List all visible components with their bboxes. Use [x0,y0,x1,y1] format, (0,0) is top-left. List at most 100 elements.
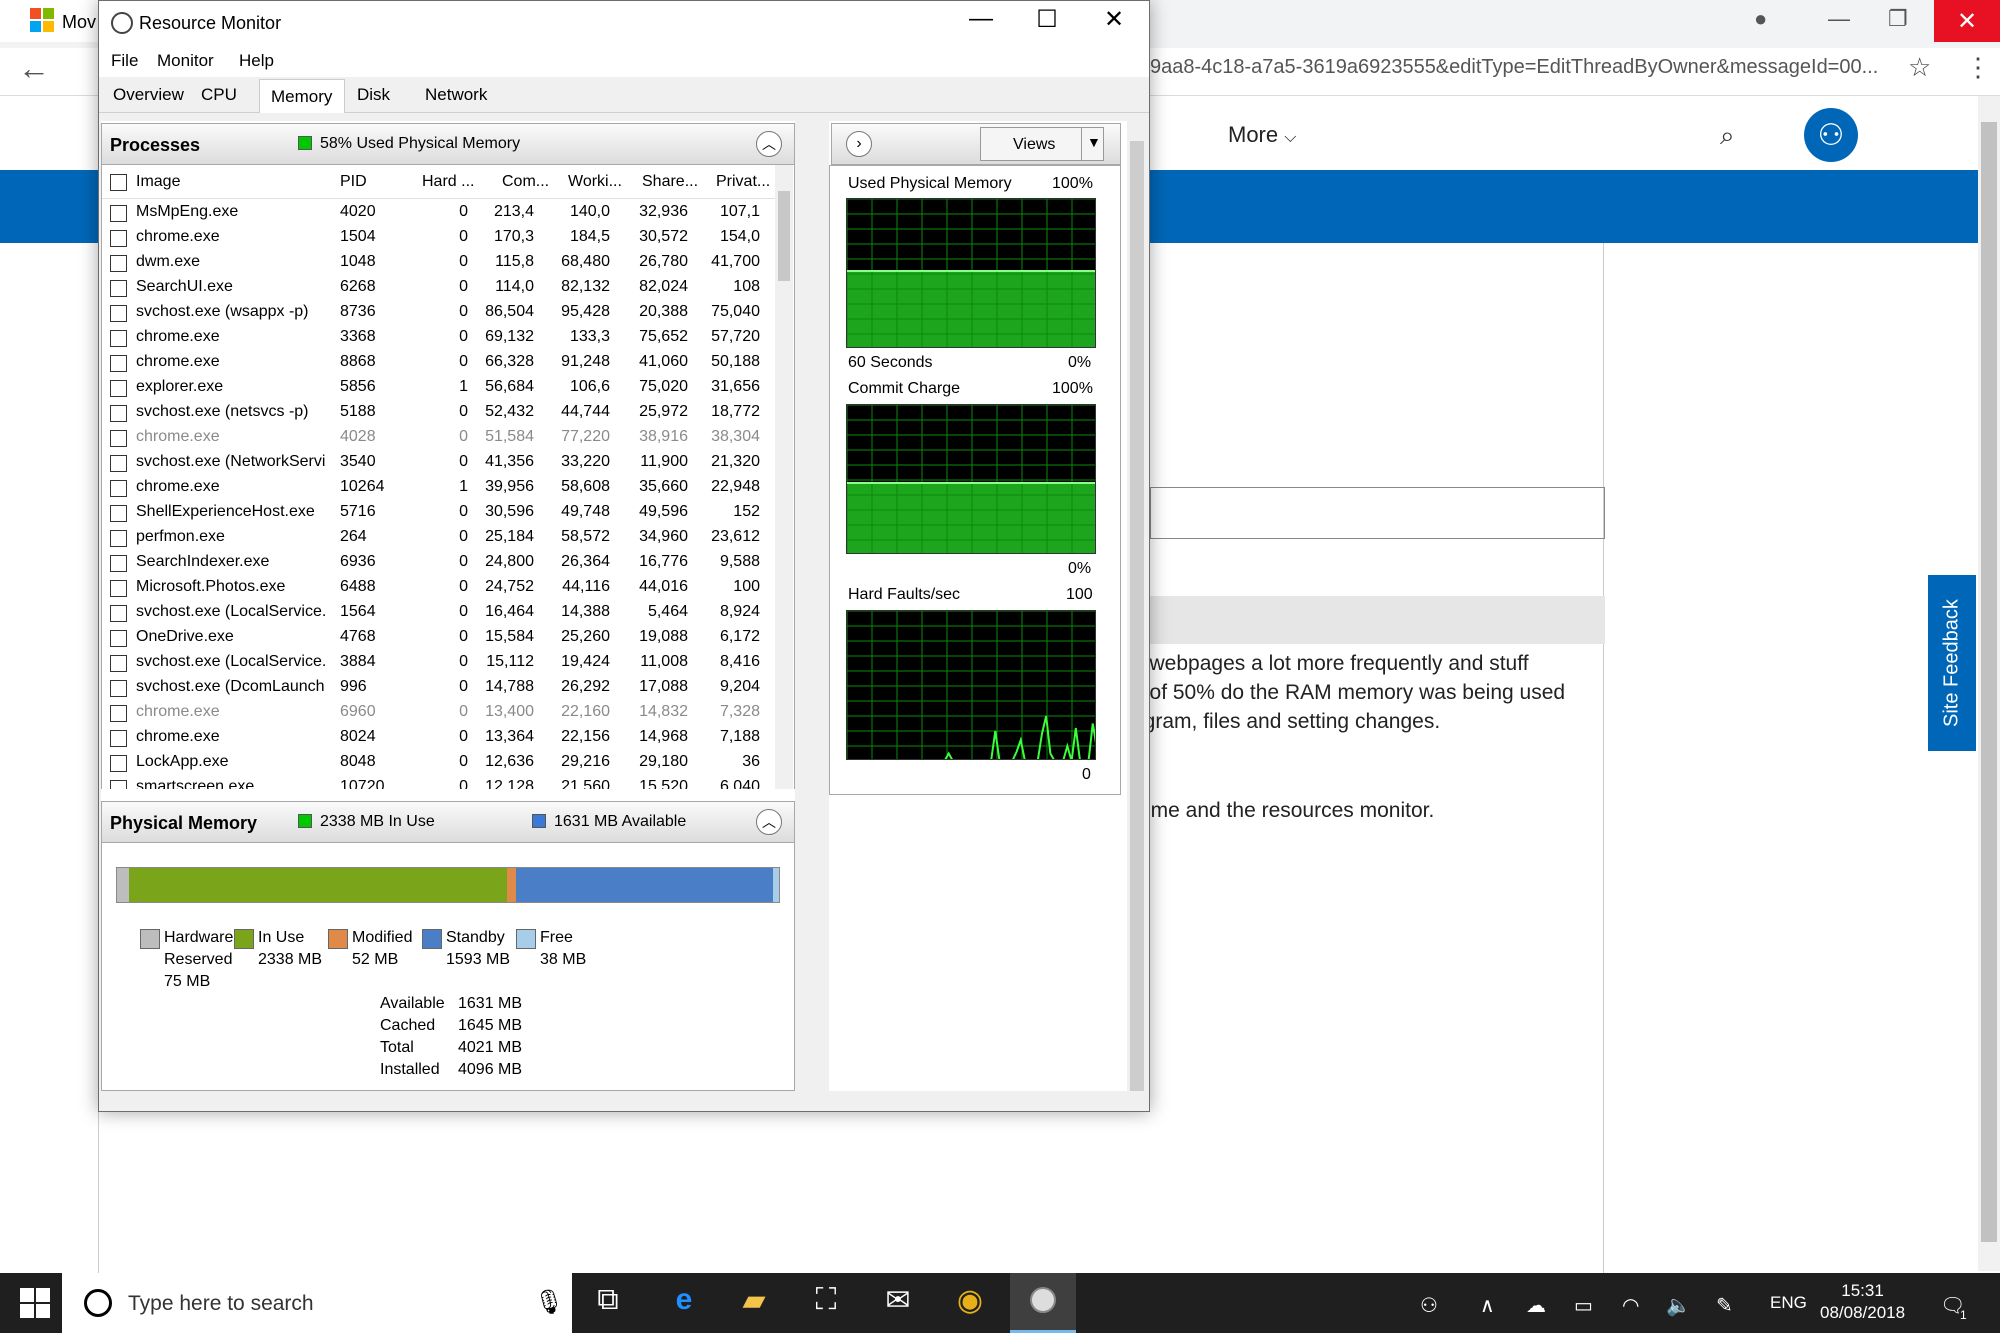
row-checkbox[interactable] [110,330,127,347]
col-image[interactable]: Image [136,173,180,191]
table-row[interactable]: chrome.exe 1504 0 170,3 184,5 30,572 154,0 [102,226,777,251]
table-row[interactable]: Microsoft.Photos.exe 6488 0 24,752 44,116 44,… [102,576,777,601]
col-hard-faults[interactable]: Hard ... [422,173,474,191]
table-row[interactable]: chrome.exe 8024 0 13,364 22,156 14,968 7,188 [102,726,777,751]
table-row[interactable]: dwm.exe 1048 0 115,8 68,480 26,780 41,700 [102,251,777,276]
clock[interactable]: 15:31 08/08/2018 [1820,1280,1905,1324]
row-checkbox[interactable] [110,230,127,247]
tab-memory[interactable]: Memory [259,79,345,113]
select-all-checkbox[interactable] [110,174,127,191]
browser-close-button[interactable]: ✕ [1934,0,2000,42]
row-checkbox[interactable] [110,280,127,297]
row-checkbox[interactable] [110,630,127,647]
row-checkbox[interactable] [110,730,127,747]
store-icon[interactable]: ⛶ [802,1283,850,1317]
col-shareable[interactable]: Share... [642,173,698,191]
browser-tab[interactable]: Mov [0,0,100,42]
row-checkbox[interactable] [110,530,127,547]
table-row[interactable]: svchost.exe (LocalService... 3884 0 15,112 1… [102,651,777,676]
col-private[interactable]: Privat... [716,173,770,191]
table-row[interactable]: svchost.exe (NetworkServi... 3540 0 41,356 3… [102,451,777,476]
col-commit[interactable]: Com... [502,173,549,191]
bookmark-star-icon[interactable]: ☆ [1908,52,1931,83]
row-checkbox[interactable] [110,405,127,422]
address-bar[interactable]: 9aa8-4c18-a7a5-3619a6923555&editType=Edi… [1150,56,1878,79]
chevron-right-icon[interactable]: › [846,131,872,157]
tab-network[interactable]: Network [425,85,487,105]
page-scrollbar-thumb[interactable] [1981,122,1997,1242]
battery-icon[interactable]: ▭ [1574,1293,1593,1318]
menu-help[interactable]: Help [239,51,274,71]
maximize-button[interactable]: ☐ [1017,5,1077,34]
row-checkbox[interactable] [110,680,127,697]
menu-file[interactable]: File [111,51,138,71]
resource-monitor-taskbar-button[interactable] [1010,1273,1076,1333]
table-row[interactable]: svchost.exe (DcomLaunch 996 0 14,788 26,292 1… [102,676,777,701]
row-checkbox[interactable] [110,205,127,222]
chevron-up-icon[interactable]: ∧ [1480,1293,1495,1318]
row-checkbox[interactable] [110,655,127,672]
browser-menu-icon[interactable]: ⋮ [1965,52,1991,83]
avatar[interactable]: ⚇ [1804,108,1858,162]
table-row[interactable]: LockApp.exe 8048 0 12,636 29,216 29,180 36 [102,751,777,776]
row-checkbox[interactable] [110,780,127,789]
row-checkbox[interactable] [110,505,127,522]
onedrive-icon[interactable]: ☁ [1526,1293,1546,1318]
search-icon[interactable]: ⌕ [1720,120,1735,152]
microphone-icon[interactable]: 🎙 [534,1288,564,1317]
people-icon[interactable]: ⚇ [1420,1293,1438,1318]
close-button[interactable]: ✕ [1084,5,1144,34]
views-button[interactable]: Views ▼ [980,127,1104,161]
table-row[interactable]: ShellExperienceHost.exe 5716 0 30,596 49,748… [102,501,777,526]
row-checkbox[interactable] [110,305,127,322]
col-pid[interactable]: PID [340,173,367,191]
chevron-up-icon[interactable]: ︿ [756,809,782,835]
volume-icon[interactable]: 🔈 [1666,1293,1691,1318]
account-circle-icon[interactable]: ● [1754,6,1767,32]
table-row[interactable]: SearchIndexer.exe 6936 0 24,800 26,364 16,776… [102,551,777,576]
row-checkbox[interactable] [110,580,127,597]
right-pane-scrollbar-thumb[interactable] [1130,141,1144,1091]
table-row[interactable]: svchost.exe (netsvcs -p) 5188 0 52,432 44,74… [102,401,777,426]
menu-monitor[interactable]: Monitor [157,51,214,71]
table-row[interactable]: MsMpEng.exe 4020 0 213,4 140,0 32,936 107,1 [102,201,777,226]
chrome-icon[interactable]: ◉ [946,1283,994,1318]
table-row[interactable]: chrome.exe 10264 1 39,956 58,608 35,660 22,948 [102,476,777,501]
row-checkbox[interactable] [110,480,127,497]
nav-more[interactable]: More ⌵ [1228,122,1296,148]
table-row[interactable]: chrome.exe 3368 0 69,132 133,3 75,652 57,720 [102,326,777,351]
physical-memory-header[interactable]: Physical Memory 2338 MB In Use 1631 MB A… [101,801,795,843]
row-checkbox[interactable] [110,380,127,397]
site-feedback-button[interactable]: Site Feedback [1928,575,1976,751]
tab-cpu[interactable]: CPU [201,85,237,105]
table-row[interactable]: chrome.exe 8868 0 66,328 91,248 41,060 50,188 [102,351,777,376]
table-row[interactable]: explorer.exe 5856 1 56,684 106,6 75,020 31,656 [102,376,777,401]
row-checkbox[interactable] [110,255,127,272]
row-checkbox[interactable] [110,555,127,572]
row-checkbox[interactable] [110,705,127,722]
file-explorer-icon[interactable]: ▰ [730,1283,778,1318]
browser-restore-button[interactable]: ❐ [1888,6,1908,32]
back-arrow-icon[interactable]: ← [18,50,50,87]
row-checkbox[interactable] [110,455,127,472]
table-row[interactable]: chrome.exe 4028 0 51,584 77,220 38,916 38,304 [102,426,777,451]
row-checkbox[interactable] [110,430,127,447]
mail-icon[interactable]: ✉ [874,1283,922,1318]
wifi-icon[interactable]: ◠ [1622,1293,1639,1318]
windows-start-icon[interactable] [20,1288,50,1318]
page-input-field[interactable] [1150,487,1605,539]
table-row[interactable]: chrome.exe 6960 0 13,400 22,160 14,832 7,328 [102,701,777,726]
table-row[interactable]: svchost.exe (wsappx -p) 8736 0 86,504 95,428… [102,301,777,326]
tab-overview[interactable]: Overview [113,85,184,105]
row-checkbox[interactable] [110,355,127,372]
row-checkbox[interactable] [110,755,127,772]
table-row[interactable]: svchost.exe (LocalService... 1564 0 16,464 1… [102,601,777,626]
task-view-icon[interactable]: ⧉ [584,1283,632,1317]
processes-header[interactable]: Processes 58% Used Physical Memory ︿ [101,123,795,165]
edge-browser-icon[interactable]: e [660,1283,708,1317]
minimize-button[interactable]: — [951,5,1011,33]
table-row[interactable]: smartscreen.exe 10720 0 12,128 21,560 15,520 6… [102,776,777,789]
browser-minimize-button[interactable]: — [1828,6,1850,32]
pen-icon[interactable]: ✎ [1716,1293,1733,1318]
table-row[interactable]: OneDrive.exe 4768 0 15,584 25,260 19,088 6,172 [102,626,777,651]
